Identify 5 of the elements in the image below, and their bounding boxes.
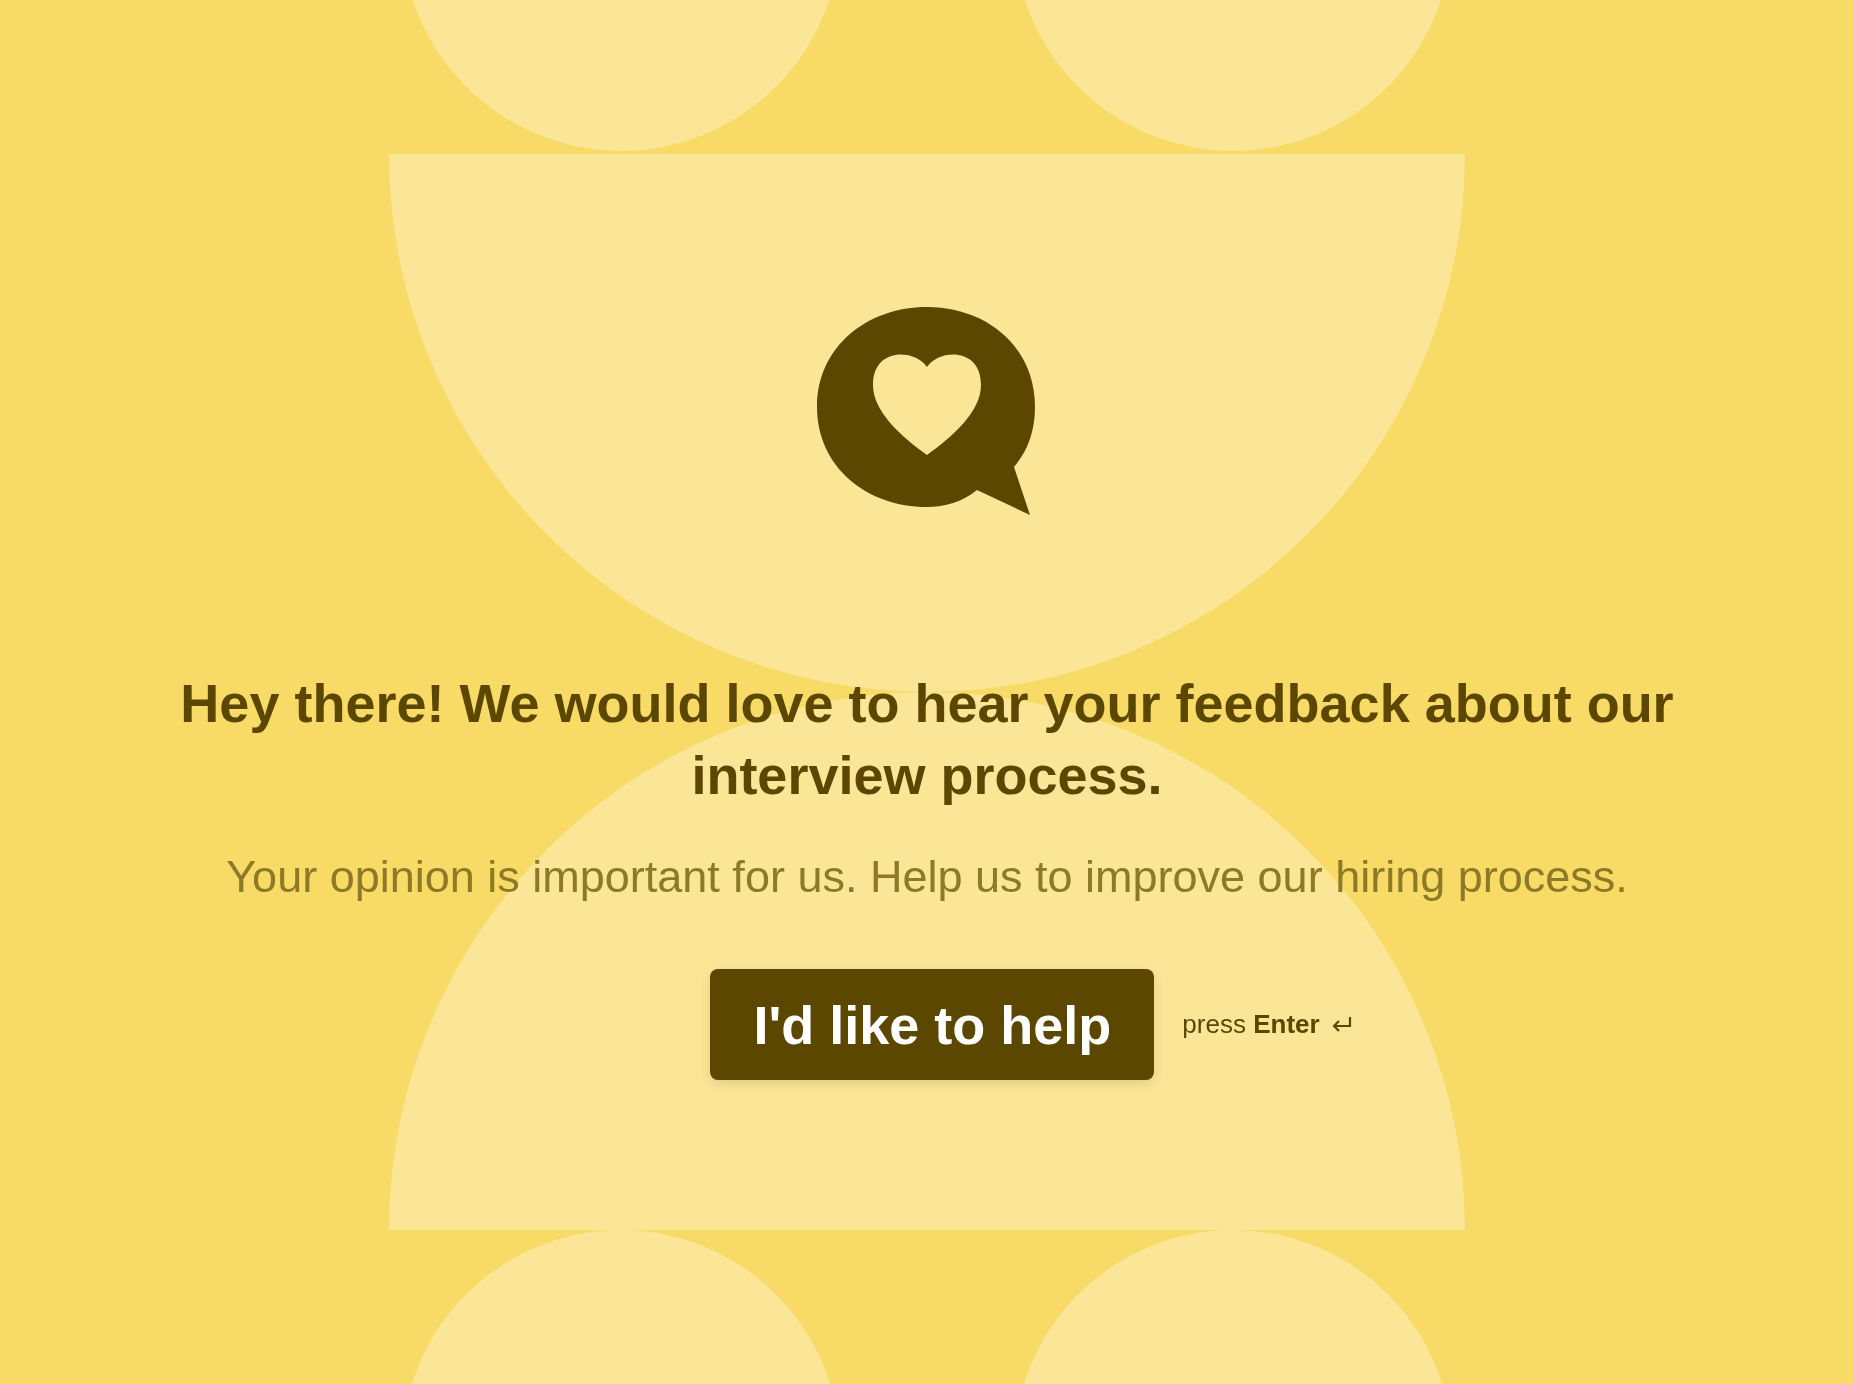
help-button[interactable]: I'd like to help — [710, 969, 1155, 1080]
subtitle: Your opinion is important for us. Help us to improve our hiring process. — [226, 851, 1628, 903]
heading: Hey there! We would love to hear your feedback about our interview process. — [179, 672, 1675, 807]
heart-speech-bubble-icon — [817, 307, 1037, 517]
press-enter-hint: press Enter — [1182, 1009, 1320, 1040]
